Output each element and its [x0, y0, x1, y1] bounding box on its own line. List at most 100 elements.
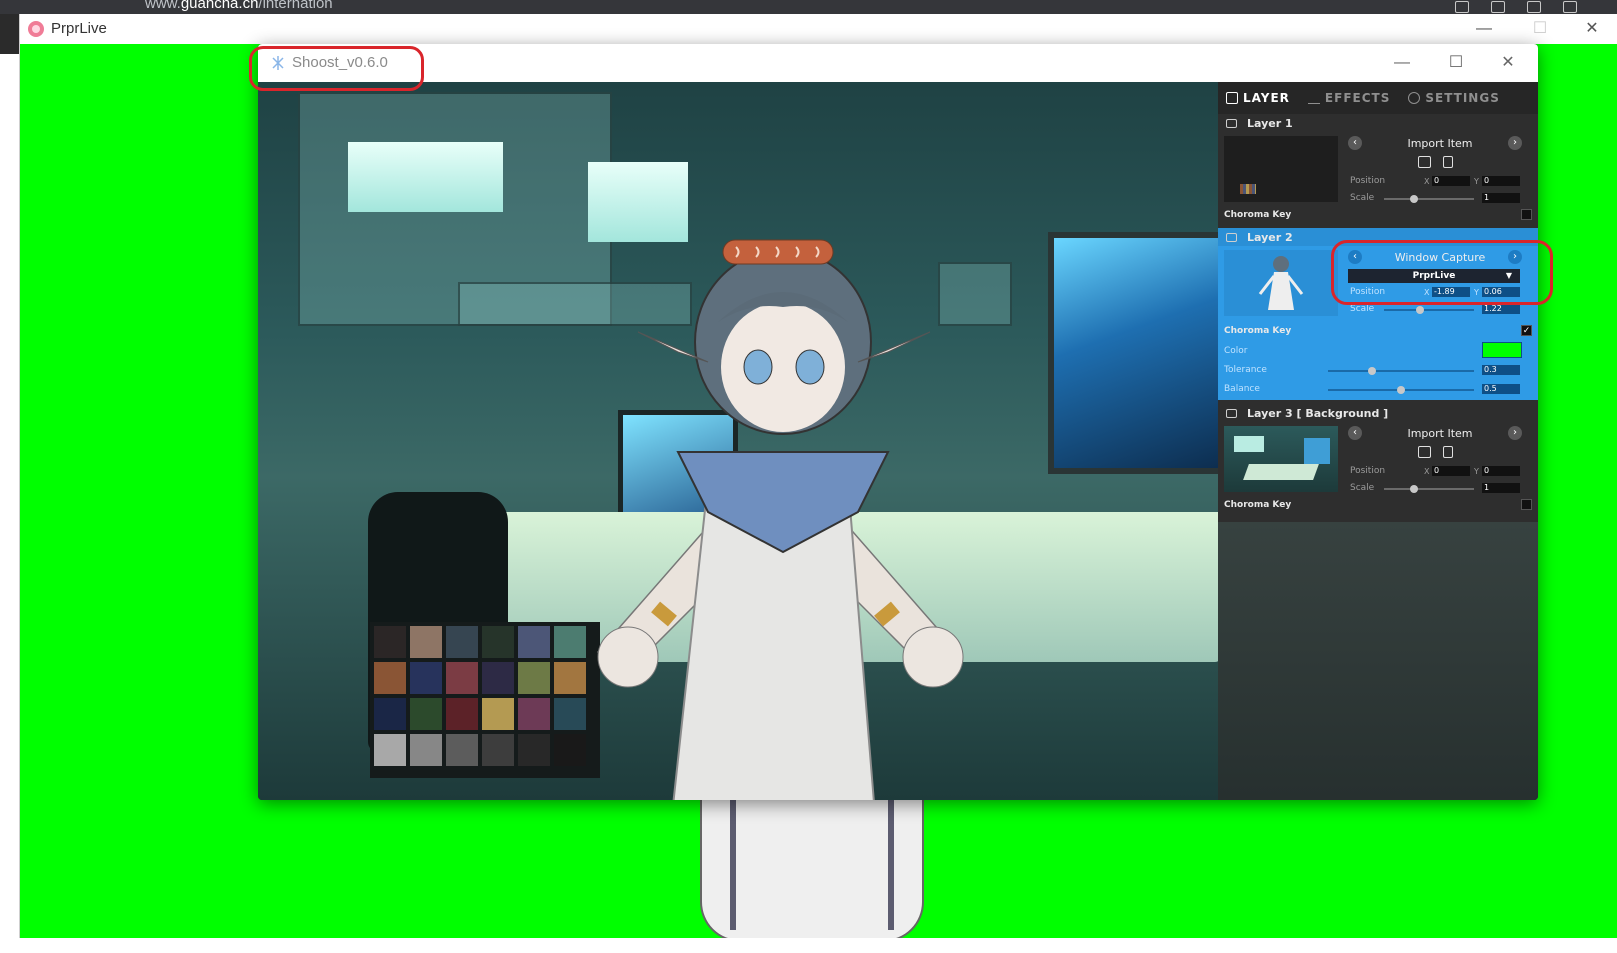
tab-effects[interactable]: EFFECTS [1307, 91, 1391, 105]
y-label: Y [1474, 177, 1479, 186]
thumbnail-checker-preview [1240, 184, 1256, 194]
layer-stack-icon [1226, 118, 1237, 128]
chroma-color-swatch[interactable] [1482, 342, 1522, 358]
prev-source-button[interactable]: ‹ [1348, 426, 1362, 440]
next-source-button[interactable]: › [1508, 426, 1522, 440]
thumbnail-monitor [1304, 438, 1330, 464]
scale-slider[interactable] [1384, 485, 1474, 493]
url-prefix: www. [145, 0, 181, 12]
layer-3-controls: ‹ Import Item › Position X 0 Y 0 Scale 1 [1348, 426, 1532, 496]
balance-label: Balance [1224, 384, 1260, 394]
chroma-key-label: Choroma Key [1224, 500, 1292, 510]
layer-1-thumbnail [1224, 136, 1338, 202]
scale-label: Scale [1350, 483, 1375, 493]
layer-3-name: Layer 3 [ Background ] [1247, 406, 1389, 420]
position-label: Position [1350, 176, 1386, 186]
slider-knob[interactable] [1368, 367, 1376, 375]
tolerance-input[interactable]: 0.3 [1482, 365, 1520, 375]
extension-icon[interactable] [1527, 1, 1541, 13]
browser-extension-icons [1455, 0, 1577, 14]
trash-icon[interactable] [1443, 446, 1453, 458]
shoost-minimize-button[interactable]: — [1382, 50, 1422, 76]
position-x-input[interactable]: 0 [1432, 176, 1470, 186]
title-highlight-annotation [249, 46, 424, 91]
scale-input[interactable]: 1 [1482, 483, 1520, 493]
sliders-icon [1307, 92, 1320, 104]
panel-tabs: LAYER EFFECTS SETTINGS [1218, 82, 1538, 114]
page-bottom-edge [0, 938, 1617, 953]
shoost-close-button[interactable]: ✕ [1488, 50, 1528, 76]
browser-url[interactable]: www.guancha.cn/internation [145, 0, 333, 12]
layer-2-name: Layer 2 [1247, 230, 1293, 244]
x-label: X [1424, 467, 1430, 476]
extension-icon[interactable] [1563, 1, 1577, 13]
panel-background [1218, 522, 1538, 800]
scale-slider[interactable] [1384, 195, 1474, 203]
browser-toolbar: www.guancha.cn/internation [0, 0, 1617, 14]
gear-icon [1408, 92, 1421, 104]
url-domain: guancha.cn [180, 0, 259, 12]
prprlive-title: PrprLive [51, 20, 107, 37]
image-icon[interactable] [1418, 156, 1431, 168]
layer-1-header[interactable]: Layer 1 [1218, 114, 1538, 132]
position-x-input[interactable]: 0 [1432, 466, 1470, 476]
browser-edge [0, 14, 20, 54]
scale-input[interactable]: 1.22 [1482, 304, 1520, 314]
prprlive-minimize-button[interactable]: — [1464, 16, 1504, 42]
tab-settings-label: SETTINGS [1425, 91, 1500, 105]
next-source-button[interactable]: › [1508, 136, 1522, 150]
shoost-maximize-button[interactable]: ☐ [1436, 50, 1476, 76]
shoost-window: Shoost_v0.6.0 — ☐ ✕ LAYER EFFECTS SETTIN… [258, 44, 1538, 800]
scale-input[interactable]: 1 [1482, 193, 1520, 203]
position-y-input[interactable]: 0 [1482, 176, 1520, 186]
layer-3-header[interactable]: Layer 3 [ Background ] [1218, 404, 1538, 422]
position-y-input[interactable]: 0 [1482, 466, 1520, 476]
character-lower-body [700, 780, 924, 942]
extension-icon[interactable] [1455, 1, 1469, 13]
layer-3-thumbnail [1224, 426, 1338, 492]
balance-input[interactable]: 0.5 [1482, 384, 1520, 394]
extension-icon[interactable] [1491, 1, 1505, 13]
chroma-key-checkbox[interactable] [1521, 499, 1532, 510]
tab-effects-label: EFFECTS [1324, 91, 1391, 105]
slider-knob[interactable] [1416, 306, 1424, 314]
layer-1-card[interactable]: Layer 1 ‹ Import Item › Position X 0 Y 0… [1218, 114, 1538, 224]
prprlive-logo-icon [28, 21, 44, 37]
prprlive-titlebar: PrprLive — ☐ ✕ [20, 14, 1617, 44]
tolerance-label: Tolerance [1224, 365, 1267, 375]
preview-canvas[interactable] [258, 82, 1218, 800]
prprlive-close-button[interactable]: ✕ [1572, 16, 1612, 42]
position-label: Position [1350, 466, 1386, 476]
thumbnail-character-preview [1258, 256, 1304, 310]
layer-1-name: Layer 1 [1247, 116, 1293, 130]
slider-knob[interactable] [1410, 195, 1418, 203]
y-label: Y [1474, 467, 1479, 476]
prev-source-button[interactable]: ‹ [1348, 136, 1362, 150]
tab-layer[interactable]: LAYER [1226, 91, 1290, 105]
trash-icon[interactable] [1443, 156, 1453, 168]
thumbnail-desk [1243, 464, 1319, 480]
chroma-key-label: Choroma Key [1224, 326, 1292, 336]
layer-stack-icon [1226, 232, 1237, 242]
slider-knob[interactable] [1397, 386, 1405, 394]
image-icon[interactable] [1418, 446, 1431, 458]
x-label: X [1424, 177, 1430, 186]
slider-knob[interactable] [1410, 485, 1418, 493]
layer-3-card[interactable]: Layer 3 [ Background ] ‹ Import Item › P… [1218, 404, 1538, 514]
chroma-key-label: Choroma Key [1224, 210, 1292, 220]
scale-slider[interactable] [1384, 306, 1474, 314]
room-window [348, 142, 503, 212]
tab-settings[interactable]: SETTINGS [1408, 91, 1500, 105]
chroma-key-checkbox[interactable] [1521, 209, 1532, 220]
tolerance-slider[interactable] [1328, 367, 1474, 375]
balance-slider[interactable] [1328, 386, 1474, 394]
layer-1-source: Import Item [1407, 137, 1473, 150]
prprlive-maximize-button[interactable]: ☐ [1520, 16, 1560, 42]
layer-1-controls: ‹ Import Item › Position X 0 Y 0 Scale 1 [1348, 136, 1532, 206]
layer-stack-icon [1226, 408, 1237, 418]
window-capture-highlight-annotation [1331, 240, 1553, 305]
wall-monitor [1048, 232, 1218, 474]
layer-2-thumbnail [1224, 250, 1338, 316]
tab-layer-label: LAYER [1243, 91, 1290, 105]
chroma-key-checkbox[interactable]: ✓ [1521, 325, 1532, 336]
